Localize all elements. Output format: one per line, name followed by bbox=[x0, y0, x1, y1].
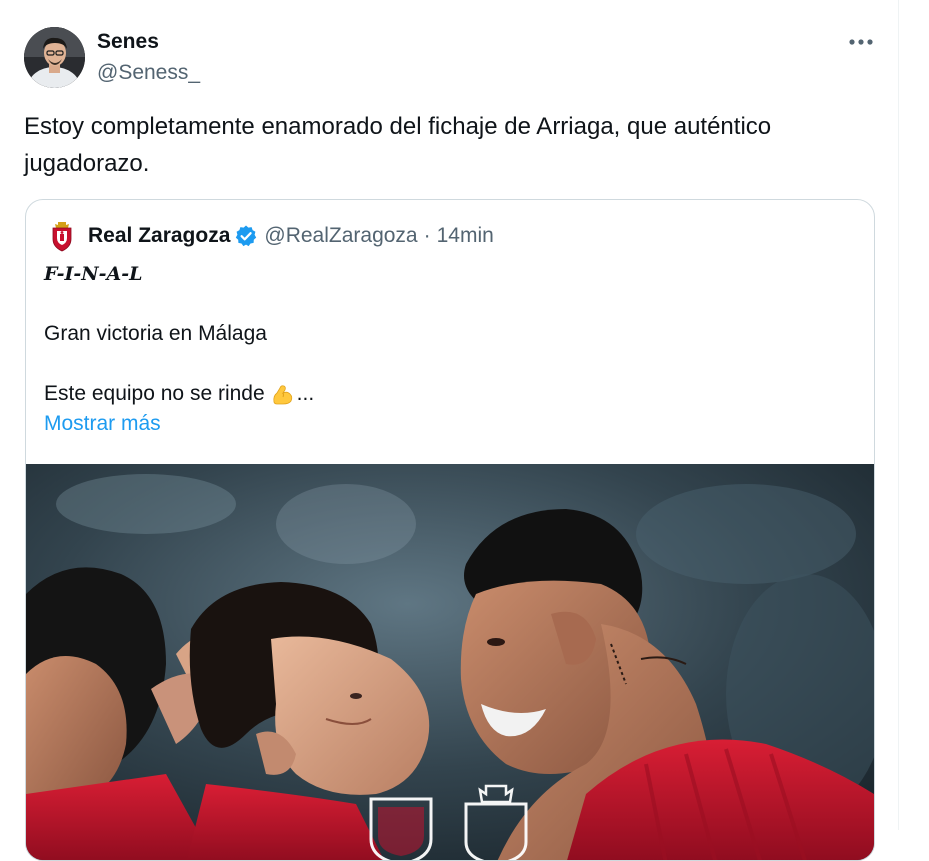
quoted-timestamp[interactable]: 14min bbox=[437, 224, 494, 248]
quoted-tweet-header: Real Zaragoza @RealZaragoza · 14min bbox=[48, 220, 494, 252]
quoted-tweet-card[interactable]: Real Zaragoza @RealZaragoza · 14min F-I-… bbox=[25, 199, 875, 861]
quoted-media-image[interactable] bbox=[26, 464, 874, 860]
header-separator: · bbox=[423, 224, 431, 247]
real-zaragoza-crest-icon[interactable] bbox=[48, 220, 76, 252]
quoted-text-line-3-text: Este equipo no se rinde bbox=[44, 382, 265, 405]
author-name[interactable]: Senes bbox=[97, 30, 159, 54]
verified-badge-icon bbox=[236, 225, 257, 247]
more-options-button[interactable] bbox=[844, 26, 878, 58]
quoted-text-line-3: Este equipo no se rinde ... bbox=[44, 382, 314, 406]
author-avatar[interactable] bbox=[24, 27, 85, 88]
quoted-text-ellipsis: ... bbox=[296, 382, 315, 405]
quoted-text-line-2: Gran victoria en Málaga bbox=[44, 322, 267, 345]
show-more-link[interactable]: Mostrar más bbox=[44, 412, 161, 436]
quoted-author-name[interactable]: Real Zaragoza bbox=[88, 224, 230, 248]
tweet-text: Estoy completamente enamorado del fichaj… bbox=[24, 113, 772, 177]
more-horizontal-icon bbox=[849, 39, 873, 45]
quoted-author-handle[interactable]: @RealZaragoza bbox=[264, 224, 417, 248]
flexed-biceps-icon bbox=[273, 385, 292, 405]
tweet[interactable]: Senes @Seness_ Estoy completamente enamo… bbox=[0, 0, 898, 861]
author-handle[interactable]: @Seness_ bbox=[97, 61, 200, 85]
column-divider bbox=[898, 0, 899, 830]
quoted-text-line-1: F-I-N-A-L bbox=[44, 263, 143, 285]
